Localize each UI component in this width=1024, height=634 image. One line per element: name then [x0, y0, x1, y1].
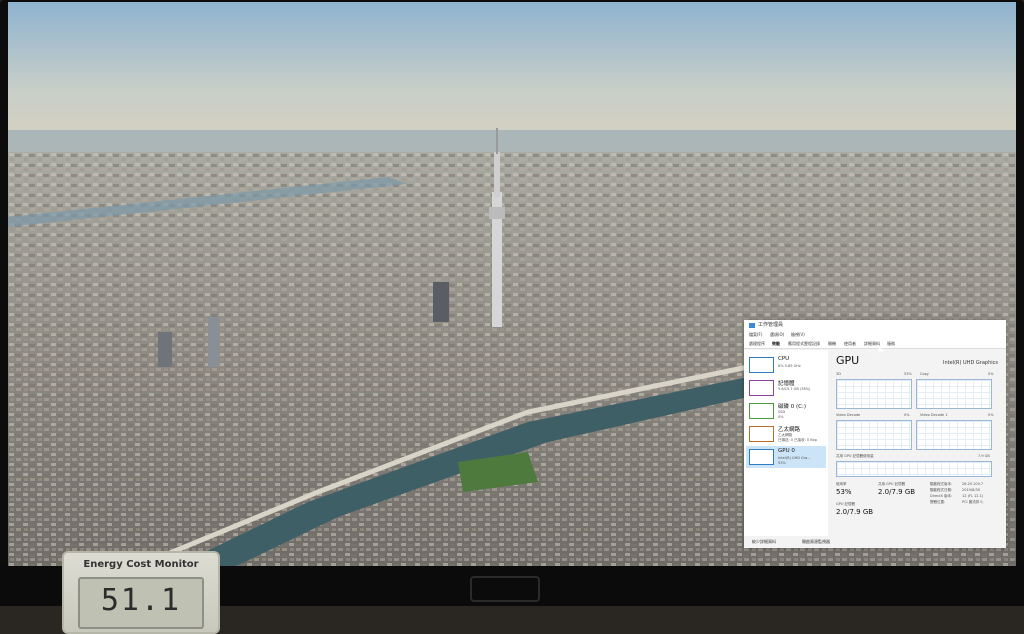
info-value-physical-location: PCI 匯流排 0,	[962, 500, 984, 504]
energy-cost-monitor: Energy Cost Monitor 51.1	[62, 551, 220, 634]
monitor-logo-icon	[470, 576, 540, 602]
meter-lcd-display: 51.1	[78, 577, 204, 629]
sidebar-item-label: 乙太網路	[778, 427, 801, 433]
info-value-driver-version: 26.20.100.7	[962, 482, 984, 486]
disk-thumbnail-graph	[749, 403, 774, 419]
engine-graph-video-decode-1[interactable]	[916, 420, 992, 450]
sidebar-item-usage: 0%	[778, 415, 784, 419]
shared-memory-graph[interactable]	[836, 461, 992, 477]
window-footer: 較少詳細資料 開啟資源監視器	[744, 536, 1006, 548]
memory-thumbnail-graph	[749, 380, 774, 396]
sidebar-item-ethernet[interactable]: 乙太網路 乙太網路 已傳送: 0 已接收: 0 Kbp	[746, 423, 826, 445]
sidebar-item-label: 記憶體	[778, 381, 795, 387]
meter-label: Energy Cost Monitor	[83, 559, 199, 570]
sidebar-item-detail: SSD	[778, 410, 786, 414]
sidebar-item-usage: 已傳送: 0 已接收: 0 Kbp	[778, 438, 818, 442]
stat-value-gpu-memory: 2.0/7.9 GB	[836, 508, 874, 516]
performance-sidebar: CPU 8% 0.89 GHz 記憶體 5.6/15.7 GB (36%) 磁碟…	[744, 350, 828, 536]
task-manager-icon	[749, 323, 755, 328]
cpu-thumbnail-graph	[749, 357, 774, 373]
menu-bar: 檔案(F) 選項(O) 檢視(V)	[744, 331, 1006, 340]
tab-startup[interactable]: 開機	[828, 341, 836, 347]
tab-app-history[interactable]: 應用程式歷程記錄	[788, 341, 820, 347]
sidebar-item-disk[interactable]: 磁碟 0 (C:) SSD 0%	[746, 400, 826, 422]
monitor-screen: 工作管理員 檔案(F) 選項(O) 檢視(V) 處理程序 效能 應用程式歷程記錄…	[8, 2, 1016, 570]
info-key-driver-date: 驅動程式日期:	[930, 488, 953, 492]
engine-value-video-decode: 0%	[904, 413, 910, 417]
task-manager-window: 工作管理員 檔案(F) 選項(O) 檢視(V) 處理程序 效能 應用程式歷程記錄…	[744, 320, 1006, 548]
gpu-thumbnail-graph	[749, 449, 774, 465]
tab-services[interactable]: 服務	[887, 341, 895, 347]
gpu-detail-panel: GPU Intel(R) UHD Graphics 3D 53% Copy 0%…	[832, 350, 1002, 536]
stat-value-utilization: 53%	[836, 488, 852, 496]
panel-title: GPU	[836, 354, 860, 367]
sidebar-item-cpu[interactable]: CPU 8% 0.89 GHz	[746, 354, 826, 376]
info-key-physical-location: 實體位置:	[930, 500, 946, 504]
menu-file[interactable]: 檔案(F)	[749, 332, 762, 338]
shared-memory-max: 7.9 GB	[978, 454, 990, 458]
tab-users[interactable]: 使用者	[844, 341, 856, 347]
info-value-driver-date: 2019/8/30	[962, 488, 980, 492]
photo-scene: 工作管理員 檔案(F) 選項(O) 檢視(V) 處理程序 效能 應用程式歷程記錄…	[0, 0, 1024, 634]
engine-graph-video-decode[interactable]	[836, 420, 912, 450]
sidebar-item-label: CPU	[778, 356, 790, 362]
fewer-details-link[interactable]: 較少詳細資料	[752, 539, 776, 545]
engine-value-3d: 53%	[904, 372, 912, 376]
sidebar-item-detail: 5.6/15.7 GB (36%)	[778, 387, 811, 391]
meter-reading: 51.1	[100, 583, 182, 618]
engine-label-video-decode-1: Video Decode 1	[920, 413, 948, 417]
tab-performance[interactable]: 效能	[772, 341, 780, 347]
engine-label-copy: Copy	[920, 372, 929, 376]
menu-options[interactable]: 選項(O)	[770, 332, 784, 338]
sidebar-item-detail: Intel(R) UHD Gra...	[778, 456, 811, 460]
engine-label-video-decode: Video Decode	[836, 413, 861, 417]
open-resource-monitor-link[interactable]: 開啟資源監視器	[802, 539, 830, 545]
sidebar-item-label: 磁碟 0 (C:)	[778, 404, 806, 410]
sidebar-item-gpu[interactable]: GPU 0 Intel(R) UHD Gra... 53%	[746, 446, 826, 468]
sidebar-item-detail: 8% 0.89 GHz	[778, 364, 801, 368]
tab-processes[interactable]: 處理程序	[749, 341, 765, 347]
gpu-model-name: Intel(R) UHD Graphics	[943, 360, 998, 366]
info-value-directx-version: 12 (FL 12.1)	[962, 494, 984, 498]
stat-label-utilization: 使用率	[836, 482, 847, 486]
sidebar-item-memory[interactable]: 記憶體 5.6/15.7 GB (36%)	[746, 377, 826, 399]
sidebar-item-usage: 53%	[778, 461, 786, 465]
engine-value-video-decode-1: 0%	[988, 413, 994, 417]
engine-label-3d: 3D	[836, 372, 841, 376]
tab-bar: 處理程序 效能 應用程式歷程記錄 開機 使用者 詳細資料 服務	[744, 340, 1006, 349]
ethernet-thumbnail-graph	[749, 426, 774, 442]
info-key-driver-version: 驅動程式版本:	[930, 482, 953, 486]
engine-value-copy: 0%	[988, 372, 994, 376]
window-title: 工作管理員	[758, 322, 784, 328]
stat-label-shared-memory: 共用 GPU 記憶體	[878, 482, 906, 486]
engine-graph-3d[interactable]	[836, 379, 912, 409]
sidebar-item-label: GPU 0	[778, 448, 795, 454]
engine-graph-copy[interactable]	[916, 379, 992, 409]
window-titlebar[interactable]: 工作管理員	[744, 320, 1006, 331]
stat-value-shared-memory: 2.0/7.9 GB	[878, 488, 916, 496]
stat-label-gpu-memory: GPU 記憶體	[836, 502, 855, 506]
menu-view[interactable]: 檢視(V)	[791, 332, 805, 338]
info-key-directx-version: DirectX 版本:	[930, 494, 953, 498]
shared-memory-label: 共用 GPU 記憶體使用量	[836, 454, 874, 458]
